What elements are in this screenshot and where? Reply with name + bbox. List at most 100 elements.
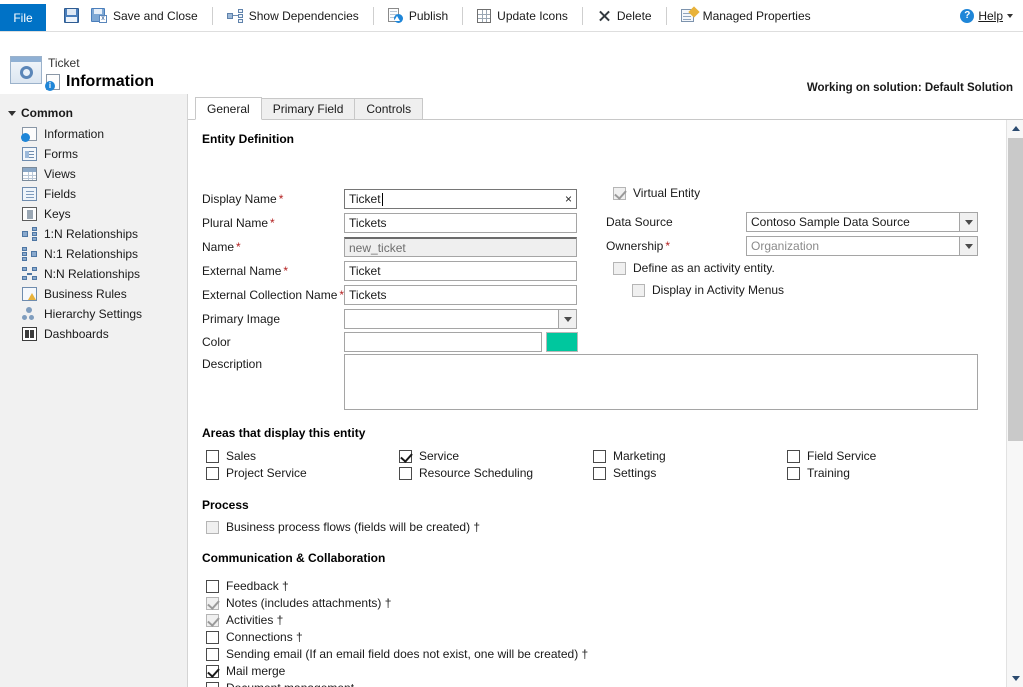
- tab-primary-field[interactable]: Primary Field: [261, 98, 356, 119]
- required-asterisk: *: [270, 216, 275, 230]
- comm-checkbox-document-management[interactable]: Document management: [206, 681, 354, 687]
- chevron-up-icon: [1012, 126, 1020, 131]
- area-checkbox-training[interactable]: Training: [787, 466, 850, 480]
- sidebar-item-label: 1:N Relationships: [44, 227, 138, 241]
- external-name-label: External Name: [202, 264, 281, 278]
- save-and-close-button[interactable]: x Save and Close: [85, 1, 204, 31]
- description-textarea[interactable]: [344, 354, 978, 410]
- sidebar-item-label: Keys: [44, 207, 71, 221]
- show-dependencies-button[interactable]: Show Dependencies: [221, 1, 365, 31]
- display-name-input[interactable]: Ticket ×: [344, 189, 577, 209]
- scroll-up-button[interactable]: [1007, 120, 1023, 137]
- area-checkbox-settings[interactable]: Settings: [593, 466, 656, 480]
- ownership-value: Organization: [751, 239, 819, 253]
- name-label: Name: [202, 240, 234, 254]
- comm-label: Feedback †: [226, 579, 289, 593]
- comm-checkbox-connections[interactable]: Connections †: [206, 630, 303, 644]
- sidebar-nav: Common Information Forms Views: [0, 94, 188, 687]
- delete-label: Delete: [617, 9, 652, 23]
- define-activity-entity-checkbox[interactable]: Define as an activity entity.: [613, 261, 775, 275]
- checkbox-box: [206, 682, 219, 687]
- data-source-label: Data Source: [606, 215, 673, 229]
- update-icons-button[interactable]: Update Icons: [471, 1, 574, 31]
- sidebar-item-keys[interactable]: Keys: [0, 204, 187, 224]
- hierarchy-icon: [22, 307, 37, 321]
- show-dependencies-label: Show Dependencies: [249, 9, 359, 23]
- primary-image-select[interactable]: [344, 309, 577, 329]
- general-tab-panel: Entity Definition Display Name * Ticket …: [188, 120, 1023, 687]
- file-menu-button[interactable]: File: [0, 4, 46, 31]
- color-swatch[interactable]: [546, 332, 578, 352]
- sidebar-item-label: Hierarchy Settings: [44, 307, 142, 321]
- sidebar-item-fields[interactable]: Fields: [0, 184, 187, 204]
- display-in-activity-menus-label: Display in Activity Menus: [652, 283, 784, 297]
- checkbox-box: [206, 597, 219, 610]
- sidebar-item-forms[interactable]: Forms: [0, 144, 187, 164]
- description-label: Description: [202, 357, 262, 371]
- virtual-entity-checkbox[interactable]: Virtual Entity: [613, 186, 700, 200]
- checkbox-box: [593, 450, 606, 463]
- vertical-scrollbar[interactable]: [1006, 120, 1023, 687]
- tab-general[interactable]: General: [195, 97, 262, 120]
- color-label: Color: [202, 335, 231, 349]
- help-button[interactable]: ? Help: [960, 9, 1013, 23]
- comm-label: Notes (includes attachments) †: [226, 596, 391, 610]
- area-checkbox-marketing[interactable]: Marketing: [593, 449, 666, 463]
- area-label: Project Service: [226, 466, 307, 480]
- sidebar-item-dashboards[interactable]: Dashboards: [0, 324, 187, 344]
- publish-button[interactable]: Publish: [382, 1, 454, 31]
- clear-display-name-icon[interactable]: ×: [565, 193, 572, 205]
- sidebar-item-n1-relationships[interactable]: N:1 Relationships: [0, 244, 187, 264]
- comm-checkbox-sending-email[interactable]: Sending email (If an email field does no…: [206, 647, 588, 661]
- sidebar-item-label: N:1 Relationships: [44, 247, 138, 261]
- communication-heading: Communication & Collaboration: [202, 551, 385, 565]
- color-input[interactable]: [344, 332, 542, 352]
- checkbox-box: [399, 450, 412, 463]
- comm-label: Mail merge: [226, 664, 285, 678]
- checkbox-box: [206, 467, 219, 480]
- sidebar-item-nn-relationships[interactable]: N:N Relationships: [0, 264, 187, 284]
- delete-button[interactable]: Delete: [591, 1, 658, 31]
- sidebar-item-views[interactable]: Views: [0, 164, 187, 184]
- external-name-input[interactable]: Ticket: [344, 261, 577, 281]
- scroll-down-button[interactable]: [1007, 670, 1023, 687]
- area-checkbox-sales[interactable]: Sales: [206, 449, 256, 463]
- area-checkbox-field-service[interactable]: Field Service: [787, 449, 876, 463]
- publish-icon: [388, 8, 403, 23]
- area-checkbox-service[interactable]: Service: [399, 449, 459, 463]
- area-checkbox-resource-scheduling[interactable]: Resource Scheduling: [399, 466, 533, 480]
- comm-label: Document management: [226, 681, 354, 687]
- required-asterisk: *: [236, 240, 241, 254]
- data-source-select[interactable]: Contoso Sample Data Source: [746, 212, 978, 232]
- sidebar-group-common[interactable]: Common: [0, 104, 187, 124]
- plural-name-input[interactable]: Tickets: [344, 213, 577, 233]
- entity-gear-icon: [10, 56, 42, 84]
- business-rules-icon: [22, 287, 37, 301]
- save-icon: [64, 8, 79, 23]
- business-process-flows-checkbox[interactable]: Business process flows (fields will be c…: [206, 520, 480, 534]
- many-to-many-icon: [22, 267, 37, 281]
- managed-properties-button[interactable]: Managed Properties: [675, 1, 817, 31]
- comm-checkbox-activities[interactable]: Activities †: [206, 613, 283, 627]
- external-collection-name-input[interactable]: Tickets: [344, 285, 577, 305]
- area-checkbox-project-service[interactable]: Project Service: [206, 466, 307, 480]
- sidebar-item-business-rules[interactable]: Business Rules: [0, 284, 187, 304]
- sidebar-item-hierarchy-settings[interactable]: Hierarchy Settings: [0, 304, 187, 324]
- external-collection-name-label: External Collection Name: [202, 288, 337, 302]
- ribbon-separator: [666, 7, 667, 25]
- comm-label: Activities †: [226, 613, 283, 627]
- sidebar-item-1n-relationships[interactable]: 1:N Relationships: [0, 224, 187, 244]
- display-in-activity-menus-checkbox[interactable]: Display in Activity Menus: [632, 283, 784, 297]
- sidebar-item-label: Fields: [44, 187, 76, 201]
- checkbox-box: [206, 648, 219, 661]
- sidebar-item-information[interactable]: Information: [0, 124, 187, 144]
- comm-checkbox-notes[interactable]: Notes (includes attachments) †: [206, 596, 391, 610]
- comm-checkbox-mail-merge[interactable]: Mail merge: [206, 664, 285, 678]
- scrollbar-thumb[interactable]: [1008, 138, 1023, 441]
- comm-checkbox-feedback[interactable]: Feedback †: [206, 579, 289, 593]
- tab-controls[interactable]: Controls: [354, 98, 423, 119]
- save-button[interactable]: [58, 1, 85, 31]
- area-label: Sales: [226, 449, 256, 463]
- many-to-one-icon: [22, 247, 37, 261]
- area-label: Field Service: [807, 449, 876, 463]
